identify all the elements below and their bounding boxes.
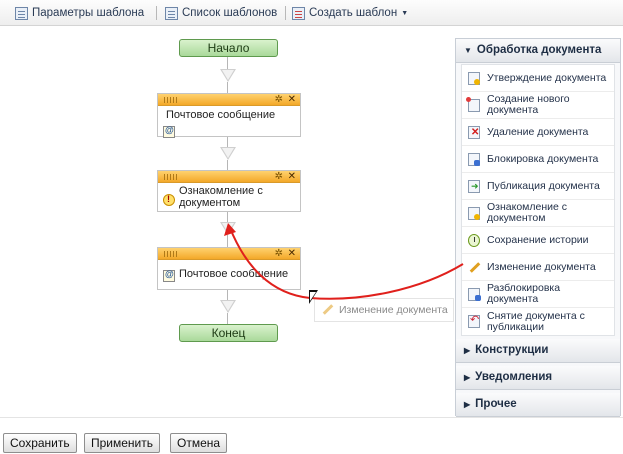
cancel-button[interactable]: Отмена (170, 433, 228, 453)
divider (0, 417, 623, 418)
save-button[interactable]: Сохранить (3, 433, 77, 453)
drag-arrow (224, 223, 464, 300)
mouse-cursor-icon (309, 290, 320, 305)
apply-button[interactable]: Применить (84, 433, 161, 453)
